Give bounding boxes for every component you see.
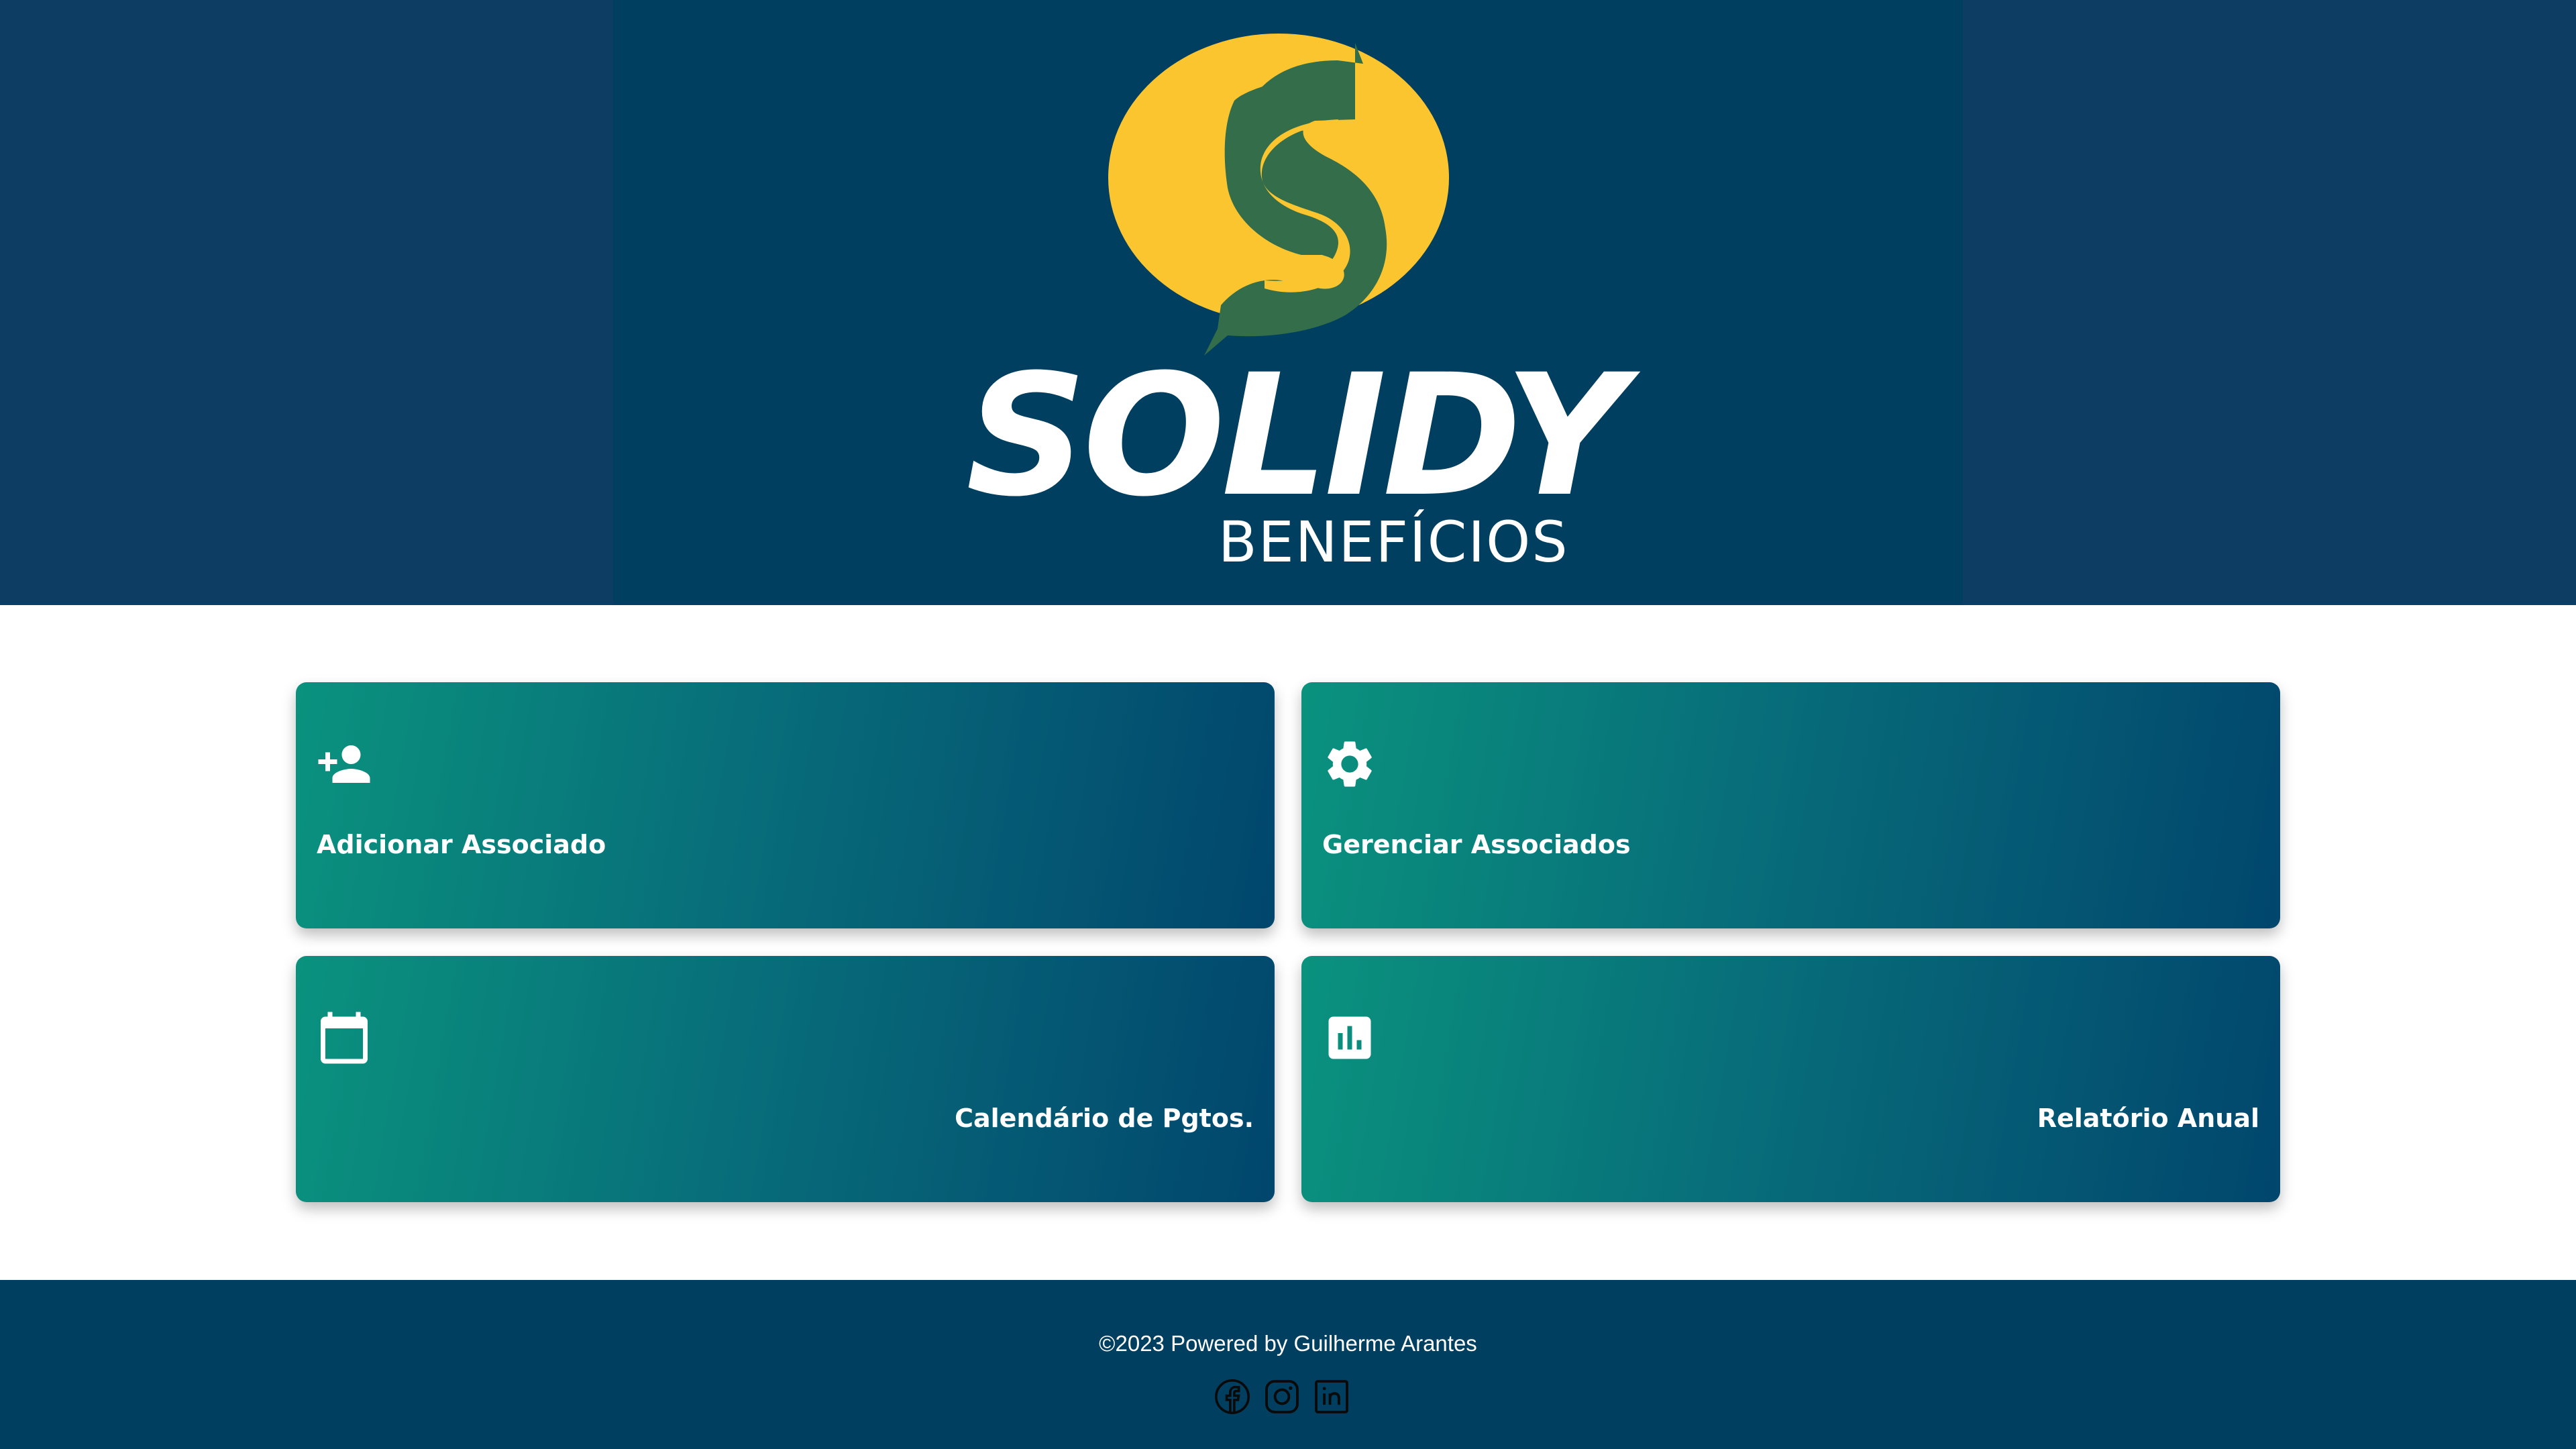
brand-name: SOLIDY	[966, 338, 1626, 533]
brand-subtitle: BENEFÍCIOS	[1218, 509, 1569, 575]
manage-associates-card[interactable]: Gerenciar Associados	[1301, 682, 2280, 928]
add-associate-card[interactable]: Adicionar Associado	[296, 682, 1275, 928]
card-label: Calendário de Pgtos.	[955, 1104, 1254, 1133]
instagram-icon[interactable]	[1263, 1377, 1301, 1416]
header: SOLIDY BENEFÍCIOS	[0, 0, 2576, 605]
card-label: Relatório Anual	[2037, 1104, 2259, 1133]
social-links	[1213, 1377, 1351, 1420]
solidy-logo-icon	[1108, 34, 1449, 356]
card-label: Gerenciar Associados	[1322, 830, 1631, 859]
calendar-icon	[321, 1012, 368, 1064]
footer: ©2023 Powered by Guilherme Arantes	[0, 1280, 2576, 1449]
payments-calendar-card[interactable]: Calendário de Pgtos.	[296, 956, 1275, 1202]
gear-icon	[1328, 741, 1372, 787]
annual-report-card[interactable]: Relatório Anual	[1301, 956, 2280, 1202]
add-user-icon	[318, 745, 370, 783]
card-label: Adicionar Associado	[317, 830, 606, 859]
bar-chart-icon	[1328, 1016, 1371, 1059]
copyright-text: ©2023 Powered by Guilherme Arantes	[1099, 1331, 1477, 1356]
linkedin-icon[interactable]	[1312, 1377, 1351, 1416]
facebook-icon[interactable]	[1213, 1377, 1252, 1416]
